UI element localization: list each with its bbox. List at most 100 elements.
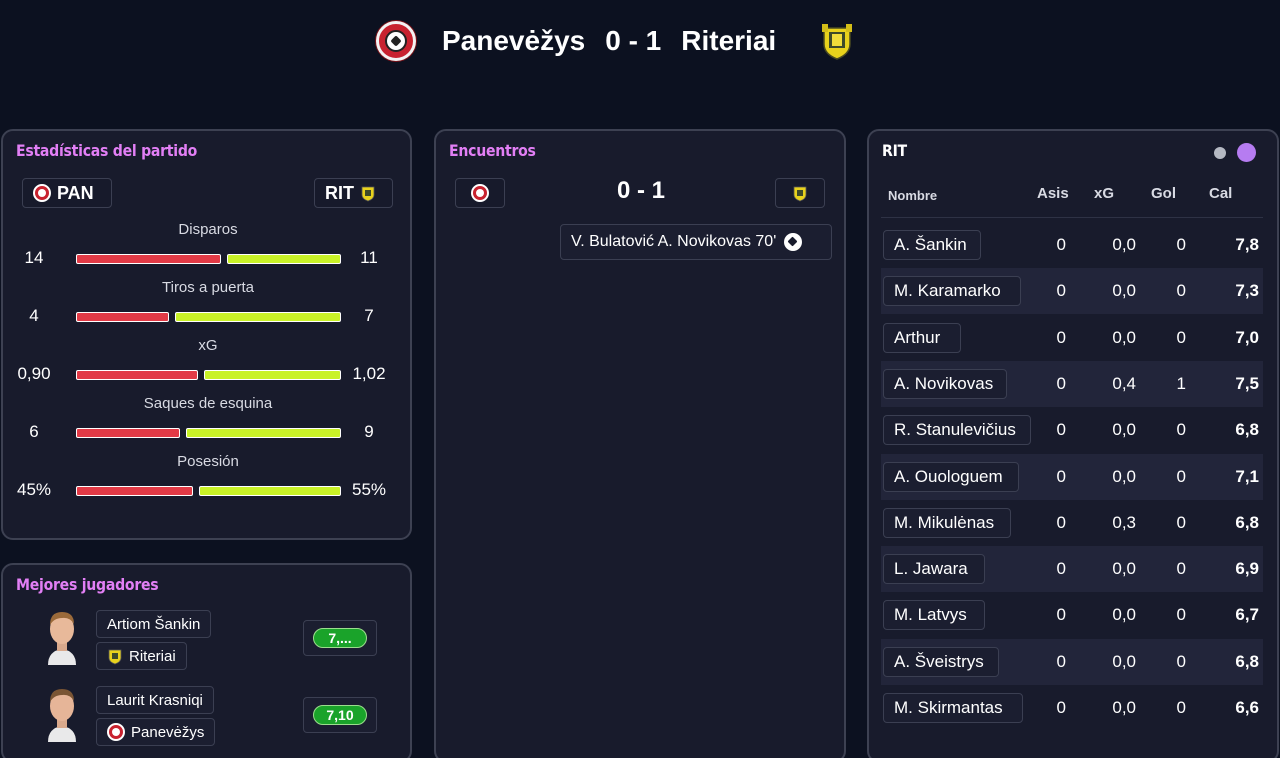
player-name-chip[interactable]: A. Šankin xyxy=(883,230,981,260)
lineup-row[interactable]: M. Skirmantas 0 0,0 0 6,6 xyxy=(881,685,1263,731)
xg-cell: 0,0 xyxy=(1112,651,1136,671)
lineup-row[interactable]: Arthur 0 0,0 0 7,0 xyxy=(881,315,1263,361)
stat-label: Disparos xyxy=(178,221,238,238)
xg-cell: 0,0 xyxy=(1112,420,1136,440)
encounters-panel: Encuentros 0 - 1 V. Bulatović A. Novikov… xyxy=(434,129,846,758)
assists-cell: 0 xyxy=(1056,281,1066,301)
rating-cell: 6,7 xyxy=(1235,605,1259,625)
goals-cell: 1 xyxy=(1176,373,1186,393)
goals-cell: 0 xyxy=(1176,698,1186,717)
col-header-assists[interactable]: Asis xyxy=(1037,185,1069,202)
player-name-chip[interactable]: Arthur xyxy=(883,322,961,353)
stat-home-value: 4 xyxy=(29,306,39,325)
assists-cell: 0 xyxy=(1056,605,1066,625)
page-indicator-dot[interactable] xyxy=(1214,147,1226,159)
best-player-team[interactable]: Riteriai xyxy=(96,642,187,670)
player-name-chip[interactable]: A. Novikovas xyxy=(883,368,1007,399)
best-player-name[interactable]: Laurit Krasniqi xyxy=(96,686,214,714)
match-score: 0 - 1 xyxy=(605,25,662,56)
stat-away-value: 9 xyxy=(364,422,374,441)
stat-label: xG xyxy=(198,337,218,354)
stat-home-value: 0,90 xyxy=(17,364,51,383)
player-name-chip[interactable]: L. Jawara xyxy=(883,554,985,585)
away-team-chip[interactable]: RIT xyxy=(314,178,393,208)
lineup-row[interactable]: L. Jawara 0 0,0 0 6,9 xyxy=(881,546,1263,593)
stats-title: Estadísticas del partido xyxy=(16,141,198,160)
player-name-chip[interactable]: M. Latvys xyxy=(883,600,985,631)
player-name-chip[interactable]: R. Stanulevičius xyxy=(883,415,1031,446)
player-name-chip[interactable]: M. Karamarko xyxy=(883,276,1021,307)
lineup-row[interactable]: A. Šveistrys 0 0,0 0 6,8 xyxy=(881,638,1263,685)
rating-cell: 7,3 xyxy=(1235,281,1259,301)
assists-cell: 0 xyxy=(1056,327,1066,347)
best-player-name[interactable]: Artiom Šankin xyxy=(96,610,212,638)
best-players-title: Mejores jugadores xyxy=(16,575,159,594)
goals-cell: 0 xyxy=(1176,466,1186,486)
stat-away-bar xyxy=(227,254,341,264)
best-player-team[interactable]: Panevėžys xyxy=(96,718,216,746)
stat-away-value: 11 xyxy=(360,248,378,267)
rating-badge: 7,... xyxy=(313,628,367,648)
away-team-chip[interactable] xyxy=(775,178,825,208)
xg-cell: 0,0 xyxy=(1112,466,1136,486)
rating-cell: 6,6 xyxy=(1235,698,1259,717)
goals-cell: 0 xyxy=(1176,512,1186,532)
stat-away-value: 55% xyxy=(351,480,387,499)
player-name-chip[interactable]: M. Mikulėnas xyxy=(883,507,1011,538)
riteriai-crest-icon xyxy=(793,186,807,202)
panevezys-crest-icon[interactable] xyxy=(376,21,416,61)
xg-cell: 0,4 xyxy=(1112,373,1136,393)
goal-event-text: V. Bulatović A. Novikovas 70' xyxy=(571,233,777,250)
xg-cell: 0,0 xyxy=(1112,559,1136,579)
home-team-chip[interactable]: PAN xyxy=(22,178,112,208)
player-name-chip[interactable]: A. Šveistrys xyxy=(883,646,999,677)
assists-cell: 0 xyxy=(1056,559,1066,579)
lineup-row[interactable]: M. Karamarko 0 0,0 0 7,3 xyxy=(881,268,1263,315)
lineup-row[interactable]: A. Novikovas 0 0,4 1 7,5 xyxy=(881,360,1263,407)
riteriai-crest-icon[interactable] xyxy=(820,22,854,60)
stat-home-value: 14 xyxy=(24,248,44,267)
lineup-row[interactable]: M. Latvys 0 0,0 0 6,7 xyxy=(881,592,1263,638)
home-team-name[interactable]: Panevėžys xyxy=(442,25,585,57)
player-avatar[interactable] xyxy=(40,607,84,665)
soccer-ball-icon xyxy=(784,233,803,251)
lineup-row[interactable]: A. Ouologuem 0 0,0 0 7,1 xyxy=(881,453,1263,500)
stat-home-bar xyxy=(76,428,180,438)
goals-cell: 0 xyxy=(1176,327,1186,347)
lineup-row[interactable]: A. Šankin 0 0,0 0 7,8 xyxy=(881,222,1263,268)
lineup-row[interactable]: M. Mikulėnas 0 0,3 0 6,8 xyxy=(881,500,1263,546)
rating-cell: 6,9 xyxy=(1235,559,1259,579)
goals-cell: 0 xyxy=(1176,281,1186,301)
xg-cell: 0,0 xyxy=(1112,698,1136,717)
assists-cell: 0 xyxy=(1056,512,1066,532)
goals-cell: 0 xyxy=(1176,420,1186,440)
panevezys-crest-icon xyxy=(33,184,51,202)
page-indicator-dot-active[interactable] xyxy=(1237,143,1256,162)
player-name-chip[interactable]: A. Ouologuem xyxy=(883,461,1019,492)
best-player-rating[interactable]: 7,... xyxy=(303,620,377,656)
goal-event[interactable]: V. Bulatović A. Novikovas 70' xyxy=(560,224,832,260)
away-team-name[interactable]: Riteriai xyxy=(681,25,776,57)
lineup-team-title: RIT xyxy=(882,141,907,160)
col-header-name[interactable]: Nombre xyxy=(888,188,937,203)
best-player-rating[interactable]: 7,10 xyxy=(303,697,377,733)
rating-cell: 7,8 xyxy=(1235,235,1259,254)
goals-cell: 0 xyxy=(1176,235,1186,254)
stat-home-bar xyxy=(76,486,193,496)
col-header-rating[interactable]: Cal xyxy=(1209,185,1232,202)
stat-home-bar xyxy=(76,370,198,380)
lineup-row[interactable]: R. Stanulevičius 0 0,0 0 6,8 xyxy=(881,407,1263,453)
stat-home-value: 6 xyxy=(29,422,39,441)
assists-cell: 0 xyxy=(1056,235,1066,254)
col-header-xg[interactable]: xG xyxy=(1094,185,1114,202)
stat-away-bar xyxy=(204,370,341,380)
player-avatar[interactable] xyxy=(40,684,84,742)
rating-cell: 7,0 xyxy=(1235,327,1259,347)
col-header-goals[interactable]: Gol xyxy=(1151,185,1176,202)
assists-cell: 0 xyxy=(1056,466,1066,486)
goals-cell: 0 xyxy=(1176,651,1186,671)
rating-badge: 7,10 xyxy=(313,705,367,725)
player-name-chip[interactable]: M. Skirmantas xyxy=(883,693,1023,723)
match-header: Panevėžys 0 - 1 Riteriai xyxy=(0,0,1280,90)
assists-cell: 0 xyxy=(1056,373,1066,393)
